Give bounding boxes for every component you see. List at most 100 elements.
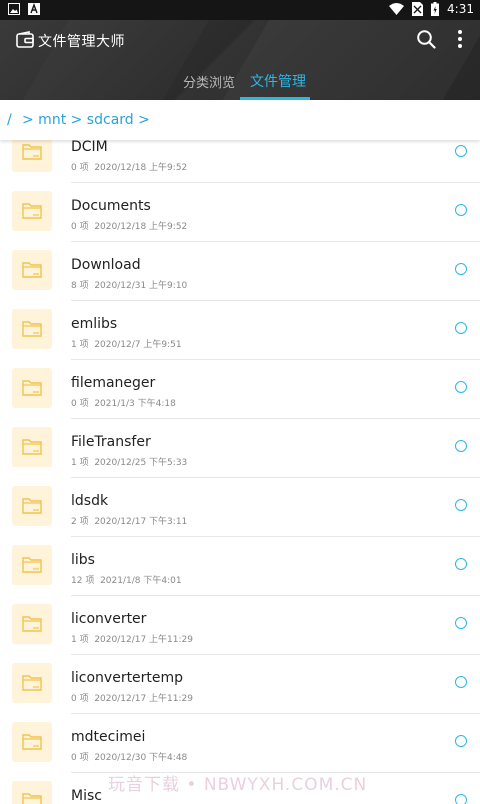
file-meta: 1 项 2020/12/7 上午9:51 — [71, 337, 182, 350]
modified-date: 2020/12/17 上午11:29 — [94, 635, 193, 645]
app-title: 文件管理大师 — [38, 34, 125, 50]
folder-thumbnail — [12, 604, 52, 644]
folder-icon — [22, 557, 42, 573]
file-meta: 0 项 2021/1/3 下午4:18 — [71, 396, 176, 409]
item-count: 1 项 — [71, 458, 89, 468]
breadcrumb-path[interactable]: > mnt > sdcard > — [22, 112, 150, 128]
tab-file-management[interactable]: 文件管理 — [250, 71, 306, 91]
list-item[interactable]: Documents 0 项 2020/12/18 上午9:52 — [0, 183, 480, 242]
folder-thumbnail — [12, 545, 52, 585]
list-item[interactable]: liconvertertemp 0 项 2020/12/17 上午11:29 — [0, 655, 480, 714]
wallet-icon — [16, 31, 34, 48]
status-time: 4:31 — [447, 2, 474, 16]
select-radio[interactable] — [455, 440, 467, 452]
item-count: 12 项 — [71, 576, 95, 586]
item-count: 0 项 — [71, 163, 89, 173]
file-name: emlibs — [71, 316, 118, 332]
select-radio[interactable] — [455, 735, 467, 747]
select-radio[interactable] — [455, 322, 467, 334]
folder-icon — [22, 380, 42, 396]
modified-date: 2020/12/31 上午9:10 — [94, 281, 188, 291]
folder-icon — [22, 616, 42, 632]
modified-date: 2020/12/18 上午9:52 — [94, 163, 188, 173]
folder-thumbnail — [12, 191, 52, 231]
list-item[interactable]: Download 8 项 2020/12/31 上午9:10 — [0, 242, 480, 301]
item-count: 1 项 — [71, 340, 89, 350]
file-name: mdtecimei — [71, 729, 146, 745]
file-meta: 0 项 2020/12/18 上午9:52 — [71, 160, 187, 173]
file-meta: 2 项 2020/12/17 下午3:11 — [71, 514, 187, 527]
list-item[interactable]: emlibs 1 项 2020/12/7 上午9:51 — [0, 301, 480, 360]
file-name: DCIM — [71, 140, 108, 155]
modified-date: 2020/12/18 上午9:52 — [94, 222, 188, 232]
item-count: 2 项 — [71, 517, 89, 527]
folder-icon — [22, 498, 42, 514]
more-vert-icon[interactable] — [452, 29, 468, 49]
file-meta: 0 项 2020/12/18 上午9:52 — [71, 219, 187, 232]
file-name: ldsdk — [71, 493, 109, 509]
select-radio[interactable] — [455, 145, 467, 157]
folder-thumbnail — [12, 368, 52, 408]
list-item[interactable]: filemaneger 0 项 2021/1/3 下午4:18 — [0, 360, 480, 419]
list-item[interactable]: mdtecimei 0 项 2020/12/30 下午4:48 — [0, 714, 480, 773]
folder-icon — [22, 439, 42, 455]
status-bar: 4:31 — [0, 0, 480, 20]
item-count: 0 项 — [71, 399, 89, 409]
modified-date: 2020/12/25 下午5:33 — [94, 458, 188, 468]
folder-icon — [22, 203, 42, 219]
list-item[interactable]: FileTransfer 1 项 2020/12/25 下午5:33 — [0, 419, 480, 478]
modified-date: 2020/12/17 下午3:11 — [94, 517, 188, 527]
wifi-icon — [389, 3, 405, 15]
breadcrumb-root[interactable]: / — [7, 112, 12, 128]
no-sim-icon — [412, 2, 424, 16]
battery-icon — [431, 2, 440, 16]
select-radio[interactable] — [455, 794, 467, 804]
modified-date: 2020/12/17 上午11:29 — [94, 694, 193, 704]
file-name: Documents — [71, 198, 151, 214]
file-meta: 1 项 2020/12/25 下午5:33 — [71, 455, 187, 468]
select-radio[interactable] — [455, 499, 467, 511]
list-item[interactable]: ldsdk 2 项 2020/12/17 下午3:11 — [0, 478, 480, 537]
breadcrumb: / > mnt > sdcard > — [0, 100, 480, 140]
folder-thumbnail — [12, 781, 52, 804]
select-radio[interactable] — [455, 676, 467, 688]
file-meta: 0 项 2020/12/17 上午11:29 — [71, 691, 193, 704]
folder-thumbnail — [12, 250, 52, 290]
folder-icon — [22, 675, 42, 691]
app-bar: 文件管理大师 分类浏览 文件管理 — [0, 20, 480, 100]
file-meta: 0 项 2020/12/30 下午4:48 — [71, 750, 187, 763]
app-notification-icon — [28, 3, 40, 15]
file-name: liconverter — [71, 611, 147, 627]
item-count: 1 项 — [71, 635, 89, 645]
modified-date: 2020/12/30 下午4:48 — [94, 753, 188, 763]
folder-thumbnail — [12, 663, 52, 703]
select-radio[interactable] — [455, 617, 467, 629]
select-radio[interactable] — [455, 263, 467, 275]
file-name: FileTransfer — [71, 434, 151, 450]
item-count: 0 项 — [71, 753, 89, 763]
item-count: 8 项 — [71, 281, 89, 291]
file-name: liconvertertemp — [71, 670, 184, 686]
folder-thumbnail — [12, 140, 52, 172]
list-item[interactable]: liconverter 1 项 2020/12/17 上午11:29 — [0, 596, 480, 655]
modified-date: 2021/1/3 下午4:18 — [94, 399, 176, 409]
search-icon[interactable] — [416, 29, 436, 49]
select-radio[interactable] — [455, 558, 467, 570]
select-radio[interactable] — [455, 204, 467, 216]
folder-icon — [22, 144, 42, 160]
list-item[interactable]: DCIM 0 项 2020/12/18 上午9:52 — [0, 140, 480, 183]
file-meta: 12 项 2021/1/8 下午4:01 — [71, 573, 182, 586]
folder-icon — [22, 262, 42, 278]
list-item[interactable]: libs 12 项 2021/1/8 下午4:01 — [0, 537, 480, 596]
select-radio[interactable] — [455, 381, 467, 393]
file-meta: 1 项 2020/12/17 上午11:29 — [71, 632, 193, 645]
file-name: filemaneger — [71, 375, 156, 391]
folder-thumbnail — [12, 427, 52, 467]
tab-category-browse[interactable]: 分类浏览 — [183, 72, 235, 91]
file-list: DCIM 0 项 2020/12/18 上午9:52 Documents 0 项… — [0, 140, 480, 804]
watermark: 玩音下载 • NBWYXH.COM.CN — [108, 775, 368, 795]
file-name: Misc — [71, 788, 102, 804]
folder-icon — [22, 321, 42, 337]
modified-date: 2021/1/8 下午4:01 — [100, 576, 182, 586]
item-count: 0 项 — [71, 222, 89, 232]
